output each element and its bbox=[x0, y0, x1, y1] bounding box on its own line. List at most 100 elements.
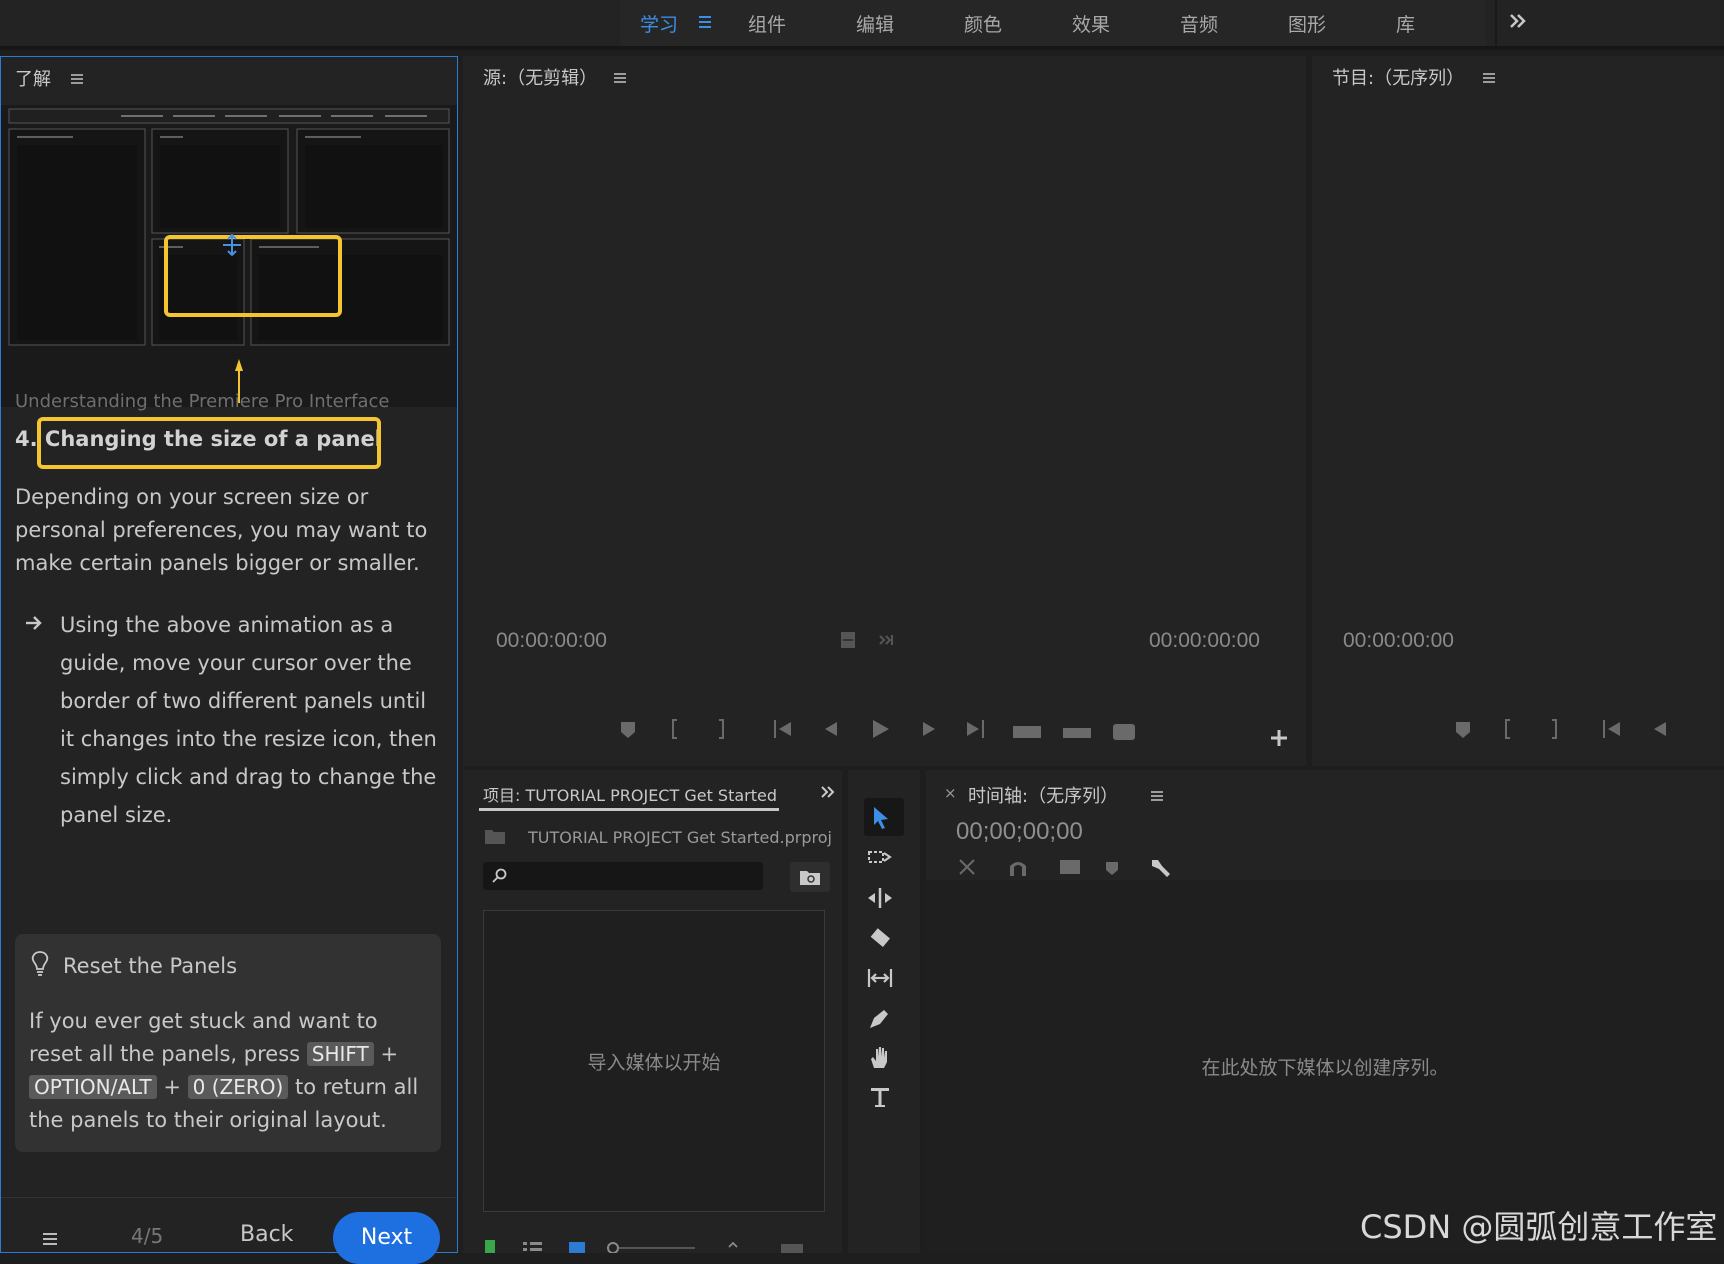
arrow-right-icon bbox=[23, 613, 45, 633]
close-icon[interactable]: × bbox=[944, 784, 957, 802]
panel-menu-icon[interactable] bbox=[613, 72, 627, 84]
selection-tool-icon[interactable] bbox=[866, 804, 894, 832]
track-select-tool-icon[interactable] bbox=[866, 844, 894, 872]
pen-tool-icon[interactable] bbox=[866, 1004, 894, 1032]
workspace-tabs: 学习 组件 编辑 颜色 效果 音频 图形 库 bbox=[620, 0, 1486, 46]
razor-tool-icon[interactable] bbox=[866, 924, 894, 952]
go-to-in-icon bbox=[1603, 720, 1620, 738]
add-marker-icon bbox=[621, 722, 635, 738]
tab-audio[interactable]: 音频 bbox=[1180, 10, 1218, 37]
timeline-toolbar[interactable] bbox=[956, 856, 1196, 878]
tutorial-subtitle: Understanding the Premiere Pro Interface bbox=[15, 391, 390, 412]
heading-highlight-box bbox=[37, 417, 381, 469]
source-monitor: 源:（无剪辑） 00:00:00:00 00:00:00:00 bbox=[463, 56, 1306, 766]
tutorial-animation bbox=[1, 105, 457, 407]
source-transport-controls[interactable] bbox=[613, 716, 1173, 742]
sort-icon bbox=[728, 1241, 738, 1248]
learn-panel-title: 了解 bbox=[15, 69, 51, 90]
go-to-out-icon bbox=[967, 720, 984, 738]
overwrite-icon bbox=[1063, 728, 1091, 738]
step-number: 4. bbox=[15, 427, 38, 451]
project-media-area[interactable]: 导入媒体以开始 bbox=[483, 910, 825, 1212]
project-folder-icon bbox=[483, 826, 507, 846]
tip-body: If you ever get stuck and want to reset … bbox=[29, 1005, 433, 1137]
tab-learning[interactable]: 学习 bbox=[640, 10, 678, 37]
timeline-title[interactable]: 时间轴:（无序列） bbox=[968, 782, 1118, 808]
step-back-icon bbox=[1654, 722, 1666, 736]
mark-in-icon bbox=[1505, 719, 1510, 739]
list-view-icon bbox=[523, 1242, 542, 1251]
timeline-timecode[interactable]: 00;00;00;00 bbox=[956, 818, 1083, 846]
double-chevron-right-icon[interactable] bbox=[818, 782, 838, 802]
create-sequence-hint: 在此处放下媒体以创建序列。 bbox=[1201, 1057, 1449, 1079]
project-file-name: TUTORIAL PROJECT Get Started.prproj bbox=[528, 828, 832, 847]
type-tool-icon[interactable] bbox=[866, 1084, 894, 1112]
tab-effects[interactable]: 效果 bbox=[1072, 10, 1110, 37]
insert-icon bbox=[1013, 726, 1041, 738]
folder-search-icon bbox=[800, 871, 820, 885]
key-option-alt: OPTION/ALT bbox=[29, 1075, 157, 1099]
linked-selection-icon bbox=[1060, 860, 1080, 874]
panel-menu-icon[interactable] bbox=[1482, 72, 1496, 84]
tip-box: Reset the Panels If you ever get stuck a… bbox=[15, 934, 441, 1152]
source-timecode-out[interactable]: 00:00:00:00 bbox=[1149, 629, 1260, 653]
workspace-menu-icon[interactable] bbox=[697, 12, 713, 32]
page-indicator: 4/5 bbox=[131, 1224, 164, 1248]
panel-layout-diagram bbox=[8, 108, 450, 403]
panel-menu-icon[interactable] bbox=[1150, 790, 1164, 802]
key-zero: 0 (ZERO) bbox=[187, 1075, 289, 1099]
project-search-input[interactable] bbox=[483, 862, 763, 890]
nest-icon bbox=[959, 859, 975, 875]
key-shift: SHIFT bbox=[306, 1042, 374, 1066]
program-transport-controls[interactable] bbox=[1452, 716, 1712, 742]
tab-assembly[interactable]: 组件 bbox=[748, 10, 786, 37]
program-monitor-title[interactable]: 节目:（无序列） bbox=[1332, 64, 1464, 90]
learn-panel: 了解 Understanding the Premiere Pro Interf… bbox=[0, 56, 458, 1253]
tip-title: Reset the Panels bbox=[63, 954, 238, 978]
new-item-icon bbox=[781, 1244, 803, 1253]
next-button[interactable]: Next bbox=[333, 1212, 440, 1264]
slip-tool-icon[interactable] bbox=[866, 964, 894, 992]
project-view-controls[interactable] bbox=[483, 1236, 823, 1253]
plus-sign: + bbox=[380, 1042, 399, 1066]
import-media-hint: 导入媒体以开始 bbox=[587, 1051, 721, 1074]
search-icon bbox=[492, 868, 507, 883]
source-monitor-title[interactable]: 源:（无剪辑） bbox=[483, 64, 597, 90]
tutorial-description: Depending on your screen size or persona… bbox=[15, 485, 428, 575]
program-monitor: 节目:（无序列） 00:00:00:00 bbox=[1312, 56, 1724, 766]
ripple-edit-tool-icon[interactable] bbox=[866, 884, 894, 912]
tab-libraries[interactable]: 库 bbox=[1396, 10, 1415, 37]
wrench-icon bbox=[1152, 860, 1170, 877]
tab-graphics[interactable]: 图形 bbox=[1288, 10, 1326, 37]
drag-audio-icon[interactable] bbox=[876, 630, 896, 650]
tutorial-step-text: Using the above animation as a guide, mo… bbox=[60, 613, 437, 827]
source-timecode-in[interactable]: 00:00:00:00 bbox=[496, 629, 607, 653]
workspace-bar: 学习 组件 编辑 颜色 效果 音频 图形 库 bbox=[0, 0, 1724, 50]
timeline-drop-area[interactable]: 在此处放下媒体以创建序列。 bbox=[926, 880, 1724, 1253]
project-panel-title[interactable]: 项目: TUTORIAL PROJECT Get Started bbox=[483, 782, 777, 806]
button-editor-icon[interactable] bbox=[1269, 728, 1289, 748]
panel-menu-icon[interactable] bbox=[70, 73, 84, 85]
double-chevron-right-icon bbox=[1510, 14, 1526, 28]
drag-video-icon[interactable] bbox=[838, 630, 858, 650]
hand-tool-icon[interactable] bbox=[866, 1044, 894, 1072]
program-timecode[interactable]: 00:00:00:00 bbox=[1343, 629, 1454, 653]
tab-editing[interactable]: 编辑 bbox=[856, 10, 894, 37]
add-marker-icon bbox=[1106, 862, 1118, 875]
play-icon bbox=[873, 720, 889, 738]
lock-icon bbox=[485, 1240, 495, 1253]
plus-sign: + bbox=[163, 1075, 181, 1099]
lightbulb-icon bbox=[29, 950, 51, 978]
find-folder-button[interactable] bbox=[790, 862, 830, 892]
zoom-slider-handle bbox=[607, 1242, 619, 1253]
mark-in-icon bbox=[672, 719, 677, 739]
active-tab-underline bbox=[479, 808, 779, 811]
add-marker-icon bbox=[1456, 722, 1470, 738]
more-workspaces-button[interactable] bbox=[1495, 0, 1537, 46]
timeline-panel: × 时间轴:（无序列） 00;00;00;00 在此处放下媒体以创建序列。 bbox=[926, 770, 1724, 1253]
tab-color[interactable]: 颜色 bbox=[964, 10, 1002, 37]
back-button[interactable]: Back bbox=[240, 1222, 293, 1247]
step-back-icon bbox=[825, 722, 837, 736]
tutorial-menu-icon[interactable] bbox=[42, 1232, 58, 1246]
step-forward-icon bbox=[923, 722, 935, 736]
